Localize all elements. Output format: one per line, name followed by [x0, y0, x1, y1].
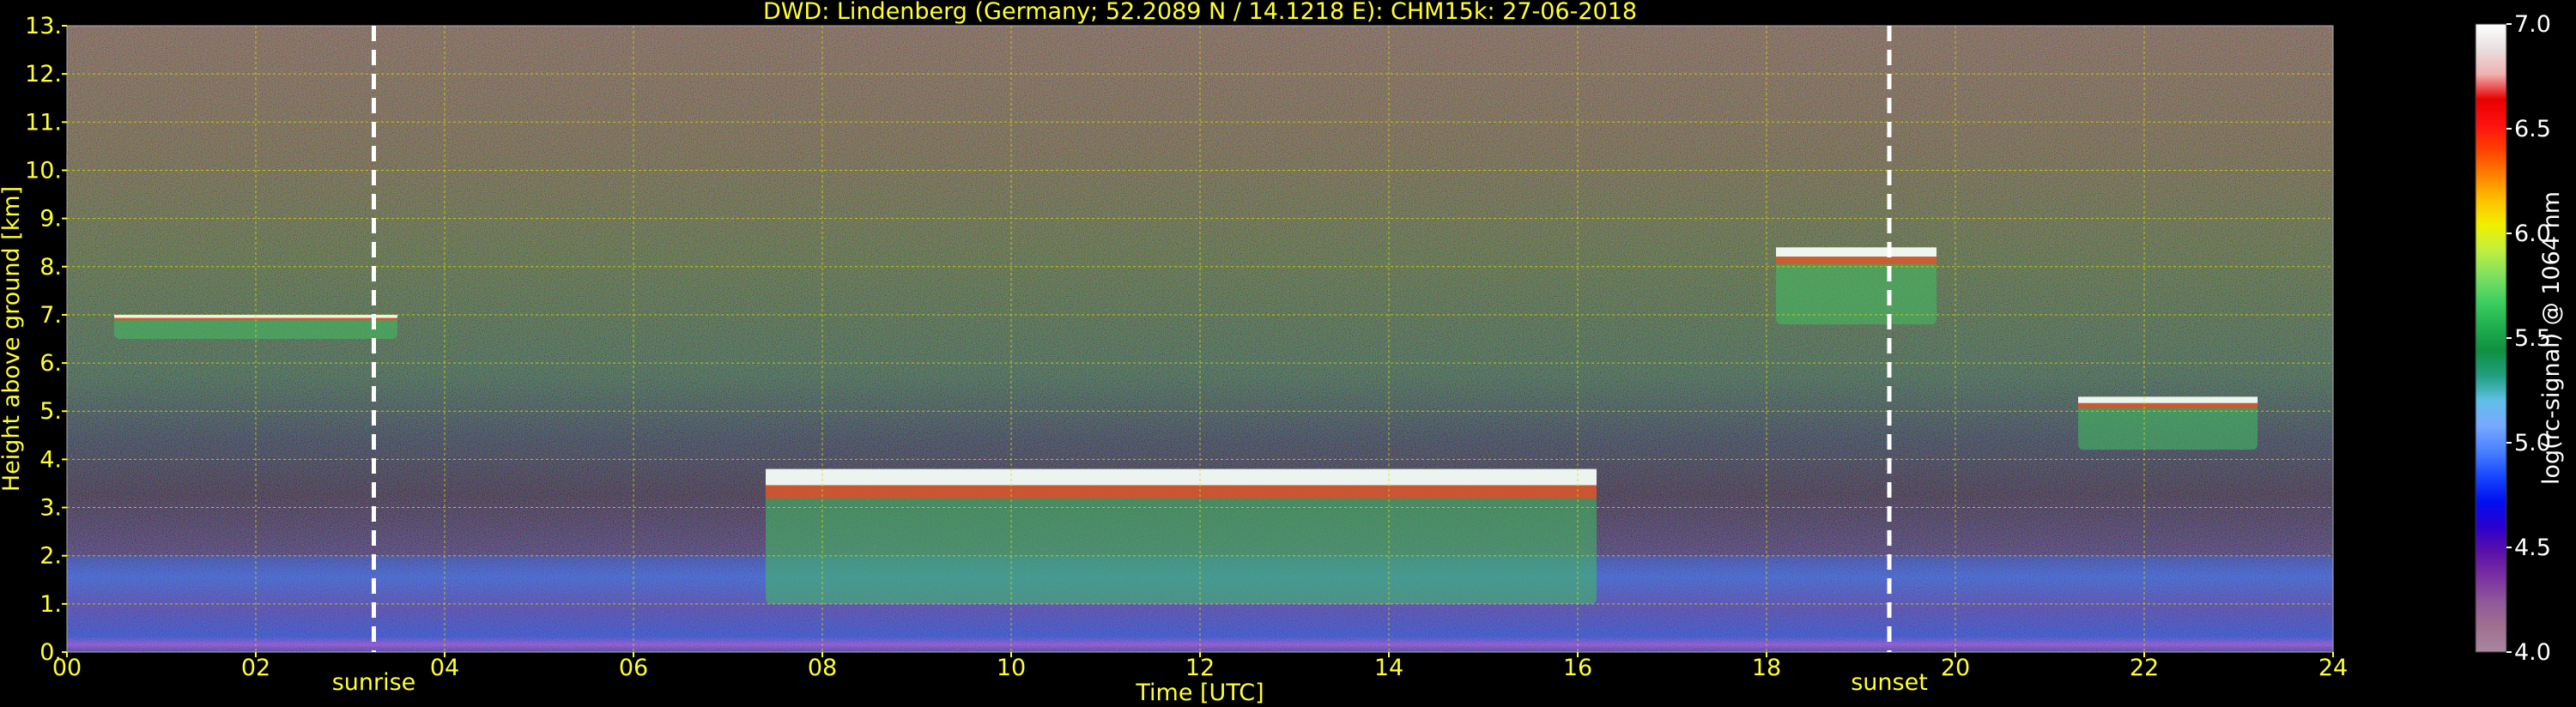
colorbar-tick-label: 4.0	[2514, 639, 2551, 666]
cloud-core	[766, 485, 1597, 499]
colorbar-tick-label: 6.5	[2514, 116, 2551, 142]
chart-title: DWD: Lindenberg (Germany; 52.2089 N / 14…	[763, 0, 1637, 25]
y-tick-label: 3.	[39, 495, 62, 522]
sunrise-label: sunrise	[332, 669, 416, 696]
y-tick-label: 1.	[39, 591, 62, 618]
x-axis-label: Time [UTC]	[1135, 680, 1264, 706]
y-tick-label: 13.	[25, 13, 62, 39]
y-tick-label: 4.	[39, 446, 62, 473]
sunset-label: sunset	[1851, 669, 1928, 696]
y-tick-label: 6.	[39, 350, 62, 377]
x-tick-label: 22	[2130, 655, 2159, 681]
x-tick-label: 24	[2318, 655, 2348, 681]
x-tick-label: 16	[1563, 655, 1592, 681]
x-tick-label: 20	[1941, 655, 1970, 681]
cloud-top-edge	[2078, 396, 2258, 403]
x-tick-label: 18	[1752, 655, 1781, 681]
y-tick-label: 11.	[25, 109, 62, 136]
x-tick-label: 06	[619, 655, 648, 681]
y-tick-label: 0.	[39, 639, 62, 666]
x-tick-label: 02	[241, 655, 270, 681]
ceilometer-chart: sunrise sunset 00 02 04 06 08 10 12 14 16 18 20 22 24…	[0, 0, 2576, 707]
y-axis-label: Height above ground [km]	[0, 186, 25, 492]
x-tick-label: 14	[1374, 655, 1403, 681]
x-tick-label: 12	[1185, 655, 1215, 681]
y-tick-label: 10.	[25, 157, 62, 184]
colorbar-tick-label: 7.0	[2514, 11, 2551, 38]
y-tick-label: 12.	[25, 61, 62, 88]
x-tick-label: 04	[430, 655, 459, 681]
y-tick-label: 7.	[39, 302, 62, 329]
cloud-top-edge	[1776, 247, 1937, 257]
cloud-core	[2078, 402, 2258, 408]
x-tick-label: 10	[997, 655, 1026, 681]
x-tick-label: 08	[808, 655, 837, 681]
cloud-top-edge	[766, 468, 1597, 486]
colorbar-label: log(rc-signal) @ 1064 nm	[2538, 191, 2565, 485]
colorbar-tick-label: 4.5	[2514, 535, 2551, 561]
cloud-core	[1776, 257, 1937, 265]
y-tick-label: 8.	[39, 254, 62, 281]
y-tick-label: 2.	[39, 543, 62, 570]
y-tick-label: 5.	[39, 398, 62, 425]
y-tick-label: 9.	[39, 206, 62, 233]
colorbar-bar	[2475, 23, 2507, 653]
